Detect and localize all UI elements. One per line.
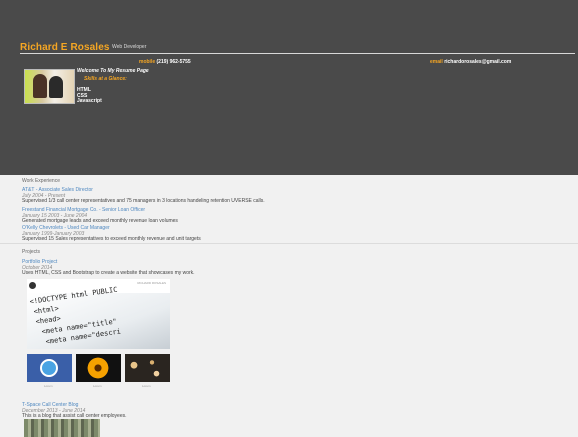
work-desc: Supervised 15 Sales representatives to e… (22, 236, 201, 243)
code-image: <!DOCTYPE html PUBLIC <html> <head> <met… (27, 286, 170, 349)
skills-heading: Skills at a Glance: (84, 76, 127, 82)
mobile-number: (219) 962-5755 (156, 59, 191, 65)
page-subtitle: Web Developer (112, 44, 147, 50)
bokeh-image (125, 354, 170, 382)
work-entry: Freestand Financial Mortgage Co. - Senio… (22, 207, 178, 225)
header-divider (20, 53, 575, 54)
blog-screenshot[interactable] (24, 419, 100, 437)
welcome-text: Welcome To My Resume Page (77, 68, 149, 74)
thumbnail-caption: Lorem (142, 384, 151, 388)
project-thumbnail[interactable] (27, 354, 72, 382)
project-thumbnail[interactable] (76, 354, 121, 382)
project-desc: Uses HTML, CSS and Bootstrap to create a… (22, 270, 195, 277)
section-divider (0, 243, 578, 244)
skills-list: HTML CSS Javascript (77, 87, 102, 105)
email-contact: email richardorosales@gmail.com (430, 59, 511, 65)
thumbnail-caption: Lorem (44, 384, 53, 388)
mobile-contact: mobile (219) 962-5755 (139, 59, 191, 65)
email-address[interactable]: richardorosales@gmail.com (444, 59, 511, 65)
portfolio-screenshot[interactable]: RICHARD ROSALES <!DOCTYPE html PUBLIC <h… (27, 279, 170, 349)
work-desc: Generated mortgage leads and exceed mont… (22, 218, 178, 225)
mobile-label: mobile (139, 59, 156, 65)
project-entry: Portfolio Project October 2014 Uses HTML… (22, 259, 195, 277)
avatar (24, 69, 75, 104)
app-icon (40, 359, 58, 377)
work-entry: O'Kelly Chevrolets - Used Car Manager Ja… (22, 225, 201, 243)
work-heading: Work Experience (22, 178, 60, 184)
email-label: email (430, 59, 443, 65)
flower-icon (86, 356, 110, 380)
logo-icon (29, 282, 36, 289)
project-entry: T-Space Call Center Blog December 2013 -… (22, 402, 127, 420)
projects-heading: Projects (22, 249, 41, 255)
skill-item: Javascript (77, 98, 102, 104)
work-desc: Supervised 1/3 call center representativ… (22, 198, 265, 205)
thumbnail-caption: Lorem (93, 384, 102, 388)
page-title: Richard E Rosales (20, 42, 110, 53)
work-entry: AT&T - Associate Sales Director July 200… (22, 187, 265, 205)
project-thumbnail[interactable] (125, 354, 170, 382)
